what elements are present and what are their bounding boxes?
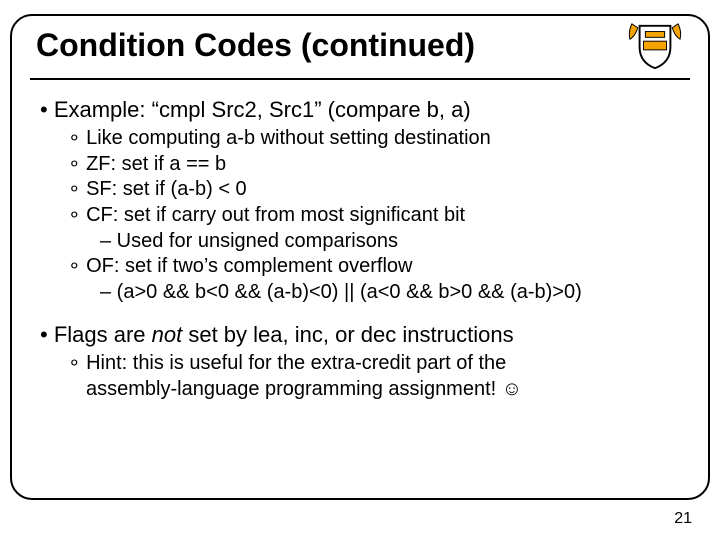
- slide-border: Condition Codes (continued) • Example: “…: [10, 14, 710, 500]
- subsub-of-expr: – (a>0 && b<0 && (a-b)<0) || (a<0 && b>0…: [100, 280, 688, 306]
- slide-title: Condition Codes (continued): [36, 22, 475, 64]
- sub-hint-line2: assembly-language programming assignment…: [86, 377, 688, 403]
- content-area: • Example: “cmpl Src2, Src1” (compare b,…: [40, 96, 688, 484]
- bullet-flags-not-set: • Flags are not set by lea, inc, or dec …: [40, 321, 688, 349]
- sub-of: ∘ OF: set if two’s complement overflow: [68, 254, 688, 280]
- shield-crest-icon: [626, 20, 684, 72]
- title-row: Condition Codes (continued): [30, 22, 690, 80]
- bullet-example: • Example: “cmpl Src2, Src1” (compare b,…: [40, 96, 688, 124]
- flags-not: not: [152, 322, 183, 347]
- flags-post: set by lea, inc, or dec instructions: [182, 322, 513, 347]
- sub-hint-line1: ∘ Hint: this is useful for the extra-cre…: [68, 351, 688, 377]
- page-number: 21: [674, 510, 692, 528]
- spacer: [40, 305, 688, 321]
- sub-sf: ∘ SF: set if (a-b) < 0: [68, 177, 688, 203]
- slide: Condition Codes (continued) • Example: “…: [0, 0, 720, 540]
- sub-like-computing: ∘ Like computing a-b without setting des…: [68, 126, 688, 152]
- sub-zf: ∘ ZF: set if a == b: [68, 152, 688, 178]
- subsub-unsigned: – Used for unsigned comparisons: [100, 229, 688, 255]
- sub-cf: ∘ CF: set if carry out from most signifi…: [68, 203, 688, 229]
- flags-pre: • Flags are: [40, 322, 152, 347]
